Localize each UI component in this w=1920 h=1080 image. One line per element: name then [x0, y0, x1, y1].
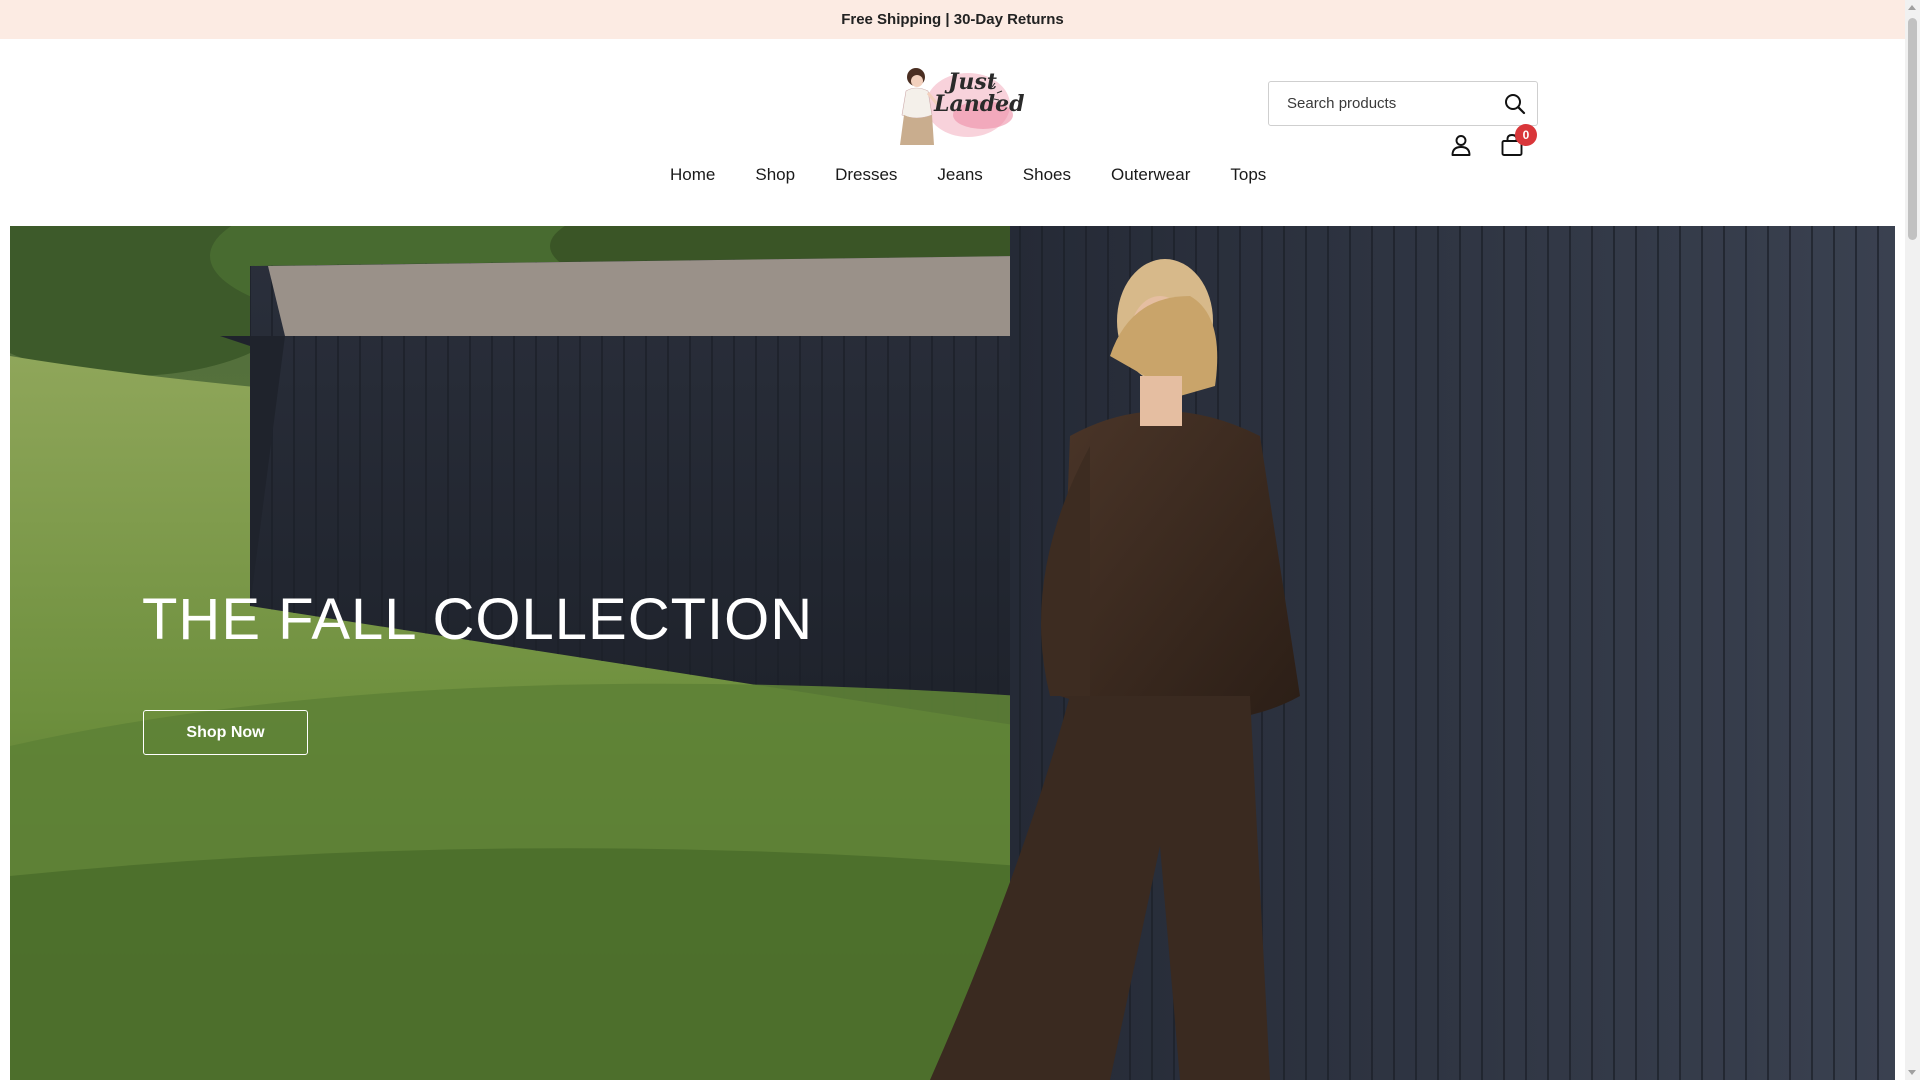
site-header: Just Landed Home Shop Dresses Jeans Shoe… [0, 39, 1905, 226]
scroll-down-icon[interactable] [1908, 1070, 1916, 1075]
hero-banner: THE FALL COLLECTION Shop Now [10, 226, 1895, 1080]
scroll-up-icon[interactable] [1908, 5, 1916, 10]
search-box [1268, 81, 1538, 126]
page-scrollbar[interactable] [1905, 0, 1920, 1080]
nav-item-shop[interactable]: Shop [755, 160, 795, 190]
search-icon[interactable] [1503, 92, 1527, 116]
cart-count-badge: 0 [1515, 124, 1537, 146]
nav-item-shoes[interactable]: Shoes [1023, 160, 1071, 190]
hero-title: THE FALL COLLECTION [142, 587, 814, 652]
user-icon[interactable] [1449, 133, 1473, 157]
nav-item-jeans[interactable]: Jeans [937, 160, 982, 190]
nav-item-outerwear[interactable]: Outerwear [1111, 160, 1190, 190]
shop-now-button[interactable]: Shop Now [143, 710, 308, 755]
site-logo[interactable]: Just Landed [888, 63, 1024, 147]
announcement-text: Free Shipping | 30-Day Returns [841, 11, 1064, 28]
hero-image [10, 226, 1895, 1080]
nav-item-home[interactable]: Home [670, 160, 715, 190]
scrollbar-thumb[interactable] [1908, 18, 1917, 240]
announcement-bar: Free Shipping | 30-Day Returns [0, 0, 1905, 39]
search-input[interactable] [1287, 82, 1487, 125]
nav-item-dresses[interactable]: Dresses [835, 160, 897, 190]
main-navigation: Home Shop Dresses Jeans Shoes Outerwear … [0, 160, 1905, 190]
logo-wordmark: Just Landed [934, 69, 1025, 117]
nav-item-tops[interactable]: Tops [1230, 160, 1266, 190]
